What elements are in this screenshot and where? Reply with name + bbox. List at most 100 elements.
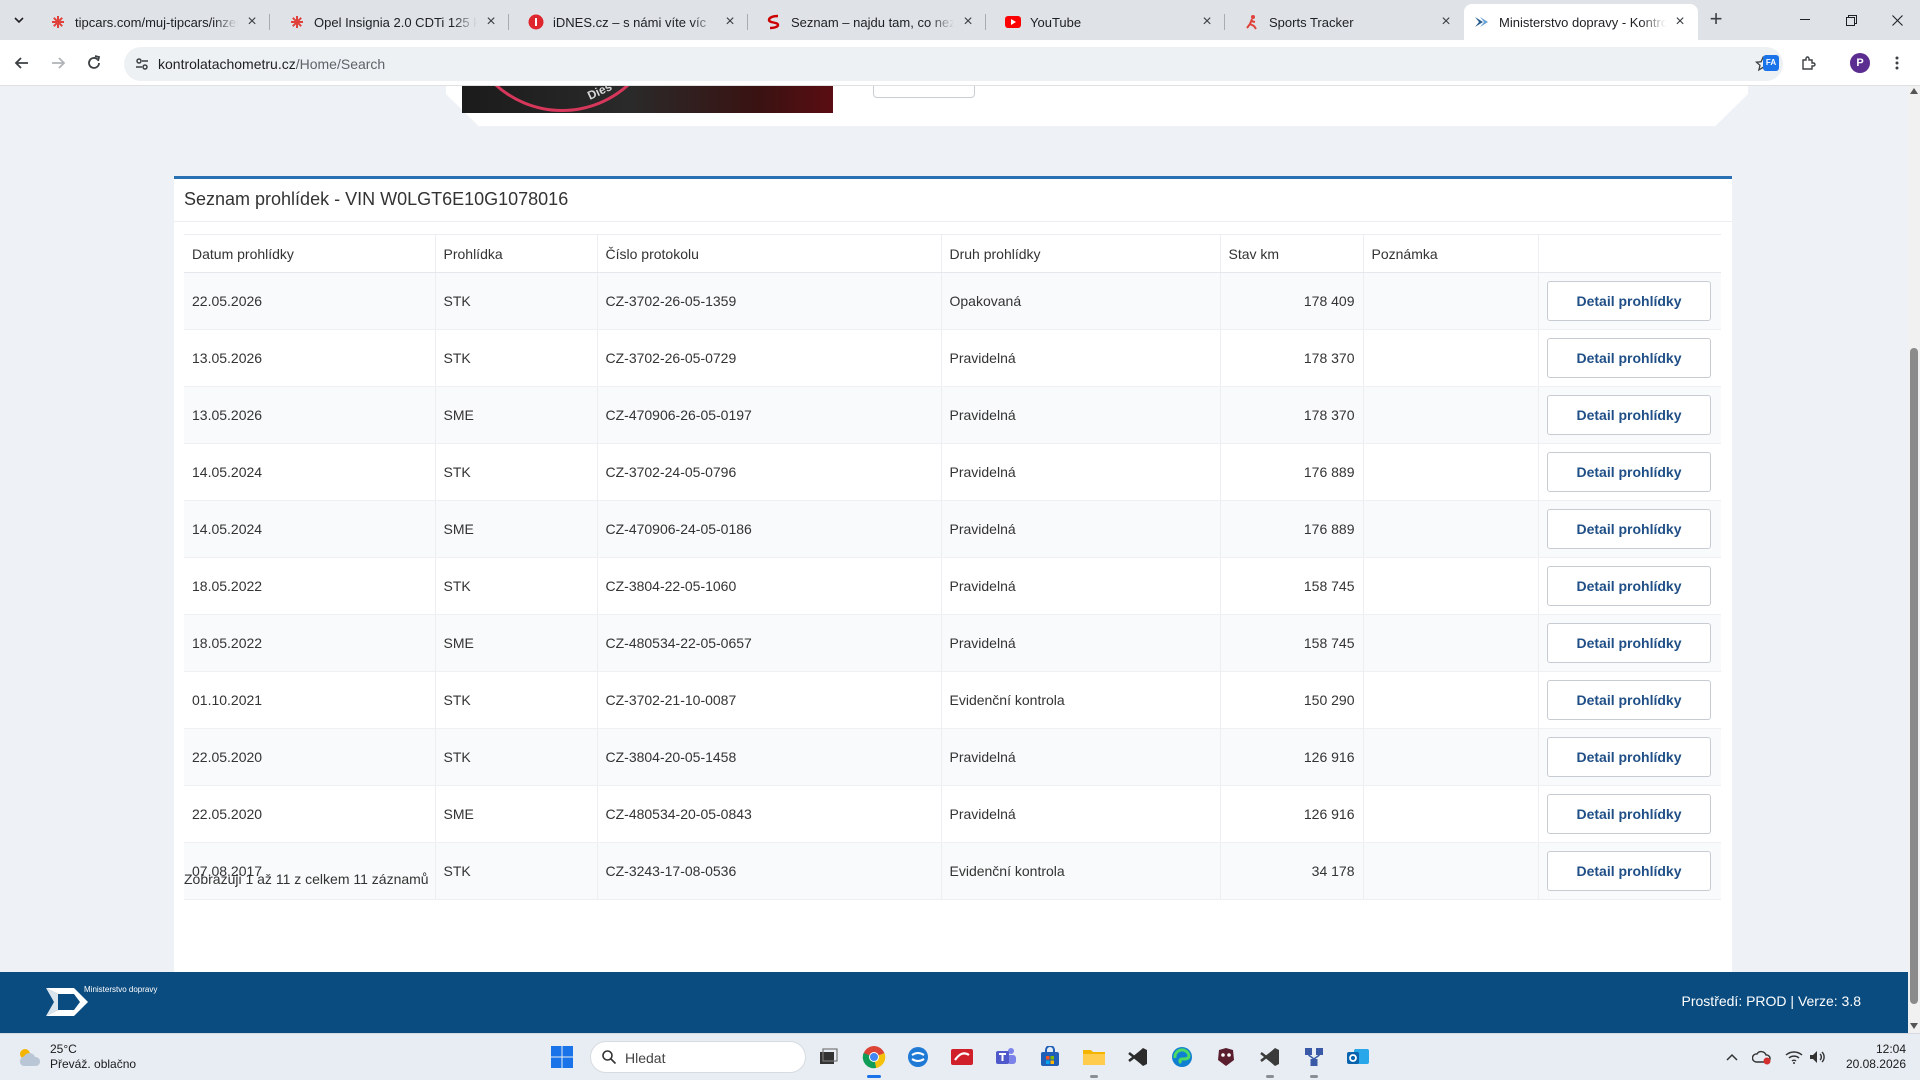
cell-actions: Detail prohlídky (1538, 728, 1721, 786)
reload-button[interactable] (80, 49, 108, 77)
site-settings-icon[interactable] (132, 54, 152, 74)
browser-tab[interactable]: Opel Insignia 2.0 CDTi 125 kW × (279, 4, 509, 40)
url-text[interactable]: kontrolatachometru.cz/Home/Search (158, 56, 385, 72)
back-button[interactable] (8, 49, 36, 77)
summary-action-button[interactable] (873, 86, 975, 98)
cell-actions: Detail prohlídky (1538, 272, 1721, 330)
browser-tab[interactable]: Seznam – najdu tam, co neznám × (756, 4, 986, 40)
network-app-icon[interactable] (1300, 1043, 1328, 1078)
profile-avatar[interactable]: P (1850, 53, 1870, 73)
cell-actions: Detail prohlídky (1538, 785, 1721, 843)
seznam-browser-icon[interactable] (904, 1043, 932, 1071)
cell-protocol-number: CZ-480534-20-05-0843 (597, 785, 942, 843)
environment-version: Prostředí: PROD | Verze: 3.8 (1681, 993, 1861, 1009)
detail-button[interactable]: Detail prohlídky (1547, 281, 1711, 321)
scroll-up-arrow-icon[interactable] (1910, 88, 1918, 94)
minimize-button[interactable] (1782, 0, 1828, 40)
detail-button[interactable]: Detail prohlídky (1547, 737, 1711, 777)
onedrive-icon[interactable] (1752, 1047, 1772, 1067)
inspections-table: Datum prohlídky Prohlídka Číslo protokol… (184, 234, 1721, 900)
column-header-date[interactable]: Datum prohlídky (184, 234, 436, 273)
windows-start-icon[interactable] (550, 1045, 574, 1069)
close-icon[interactable]: × (483, 14, 499, 30)
column-header-inspection[interactable]: Prohlídka (435, 234, 598, 273)
close-icon[interactable]: × (1199, 14, 1215, 30)
restore-button[interactable] (1828, 0, 1874, 40)
detail-button[interactable]: Detail prohlídky (1547, 509, 1711, 549)
system-clock[interactable]: 12:04 20.08.2026 (1846, 1042, 1906, 1072)
cell-mileage: 158 745 (1220, 557, 1364, 615)
tab-title: YouTube (1030, 14, 1082, 30)
dev-tool-icon[interactable] (1256, 1043, 1284, 1078)
detail-button[interactable]: Detail prohlídky (1547, 566, 1711, 606)
teams-icon[interactable] (992, 1043, 1020, 1071)
cell-note (1363, 671, 1539, 729)
page-viewport: Dies Seznam prohlídek - VIN W0LGT6E10G10… (0, 86, 1908, 1033)
detail-button[interactable]: Detail prohlídky (1547, 623, 1711, 663)
close-icon[interactable]: × (244, 14, 260, 30)
wifi-icon[interactable] (1784, 1047, 1804, 1067)
column-header-mileage[interactable]: Stav km (1220, 234, 1364, 273)
browser-tab-active[interactable]: Ministerstvo dopravy - Kontrola × (1464, 4, 1698, 40)
red-app-icon[interactable] (948, 1043, 976, 1071)
browser-tab[interactable]: YouTube × (995, 4, 1225, 40)
browser-tab[interactable]: tipcars.com/muj-tipcars/inzerce × (40, 4, 270, 40)
tipcars-star-icon (289, 14, 305, 30)
cell-mileage: 176 889 (1220, 443, 1364, 501)
cell-date: 14.05.2024 (184, 443, 436, 501)
cell-actions: Detail prohlídky (1538, 386, 1721, 444)
cell-protocol-number: CZ-3702-24-05-0796 (597, 443, 942, 501)
chevron-up-icon[interactable] (1722, 1047, 1742, 1067)
column-header-protocol[interactable]: Číslo protokolu (597, 234, 942, 273)
table-row: 22.05.2020 STK CZ-3804-20-05-1458 Pravid… (184, 728, 1721, 786)
seznam-icon (766, 14, 782, 30)
extension-fa-button[interactable]: FA (1757, 49, 1785, 77)
close-window-button[interactable] (1874, 0, 1920, 40)
detail-button[interactable]: Detail prohlídky (1547, 338, 1711, 378)
forward-button[interactable] (44, 49, 72, 77)
file-explorer-icon[interactable] (1080, 1043, 1108, 1078)
game-app-icon[interactable] (1212, 1043, 1240, 1071)
new-tab-button[interactable]: + (1702, 6, 1730, 34)
vscode-like-icon[interactable] (1124, 1043, 1152, 1071)
outlook-icon[interactable] (1344, 1043, 1372, 1071)
extensions-button[interactable] (1794, 49, 1822, 77)
sports-tracker-icon (1244, 14, 1260, 30)
taskbar-search[interactable]: Hledat (590, 1041, 806, 1073)
restore-icon (1845, 14, 1857, 26)
detail-button[interactable]: Detail prohlídky (1547, 851, 1711, 891)
close-icon[interactable]: × (1438, 14, 1454, 30)
close-icon[interactable]: × (722, 14, 738, 30)
scroll-down-arrow-icon[interactable] (1910, 1023, 1918, 1029)
column-header-kind[interactable]: Druh prohlídky (941, 234, 1221, 273)
weather-widget[interactable]: 25°C Převáž. oblačno (16, 1042, 136, 1072)
search-icon (602, 1050, 617, 1065)
detail-button[interactable]: Detail prohlídky (1547, 680, 1711, 720)
cell-inspection-type: STK (435, 728, 598, 786)
browser-tab[interactable]: Sports Tracker × (1234, 4, 1464, 40)
chrome-icon[interactable] (860, 1043, 888, 1078)
close-icon[interactable]: × (1672, 14, 1688, 30)
column-header-note[interactable]: Poznámka (1363, 234, 1539, 273)
tab-search-button[interactable] (7, 8, 31, 32)
table-record-count: Zobrazuji 1 až 11 z celkem 11 záznamů (184, 871, 429, 887)
browser-tab[interactable]: iDNES.cz – s námi víte víc × (518, 4, 748, 40)
detail-button[interactable]: Detail prohlídky (1547, 395, 1711, 435)
windows-taskbar: 25°C Převáž. oblačno Hledat 12:04 20.08.… (0, 1033, 1920, 1080)
cell-inspection-type: STK (435, 272, 598, 330)
menu-button[interactable] (1883, 49, 1911, 77)
page-scrollbar[interactable] (1908, 86, 1920, 1033)
address-bar[interactable]: kontrolatachometru.cz/Home/Search (124, 47, 1783, 81)
volume-icon[interactable] (1808, 1047, 1828, 1067)
edge-icon[interactable] (1168, 1043, 1196, 1071)
tab-title: iDNES.cz – s námi víte víc (553, 14, 707, 30)
task-view-icon[interactable] (814, 1043, 842, 1071)
cell-inspection-kind: Pravidelná (941, 728, 1221, 786)
detail-button[interactable]: Detail prohlídky (1547, 452, 1711, 492)
tab-title: Ministerstvo dopravy - Kontrola (1499, 14, 1666, 30)
store-icon[interactable] (1036, 1043, 1064, 1071)
close-icon[interactable]: × (960, 14, 976, 30)
scrollbar-thumb[interactable] (1910, 348, 1918, 1004)
cell-protocol-number: CZ-480534-22-05-0657 (597, 614, 942, 672)
detail-button[interactable]: Detail prohlídky (1547, 794, 1711, 834)
